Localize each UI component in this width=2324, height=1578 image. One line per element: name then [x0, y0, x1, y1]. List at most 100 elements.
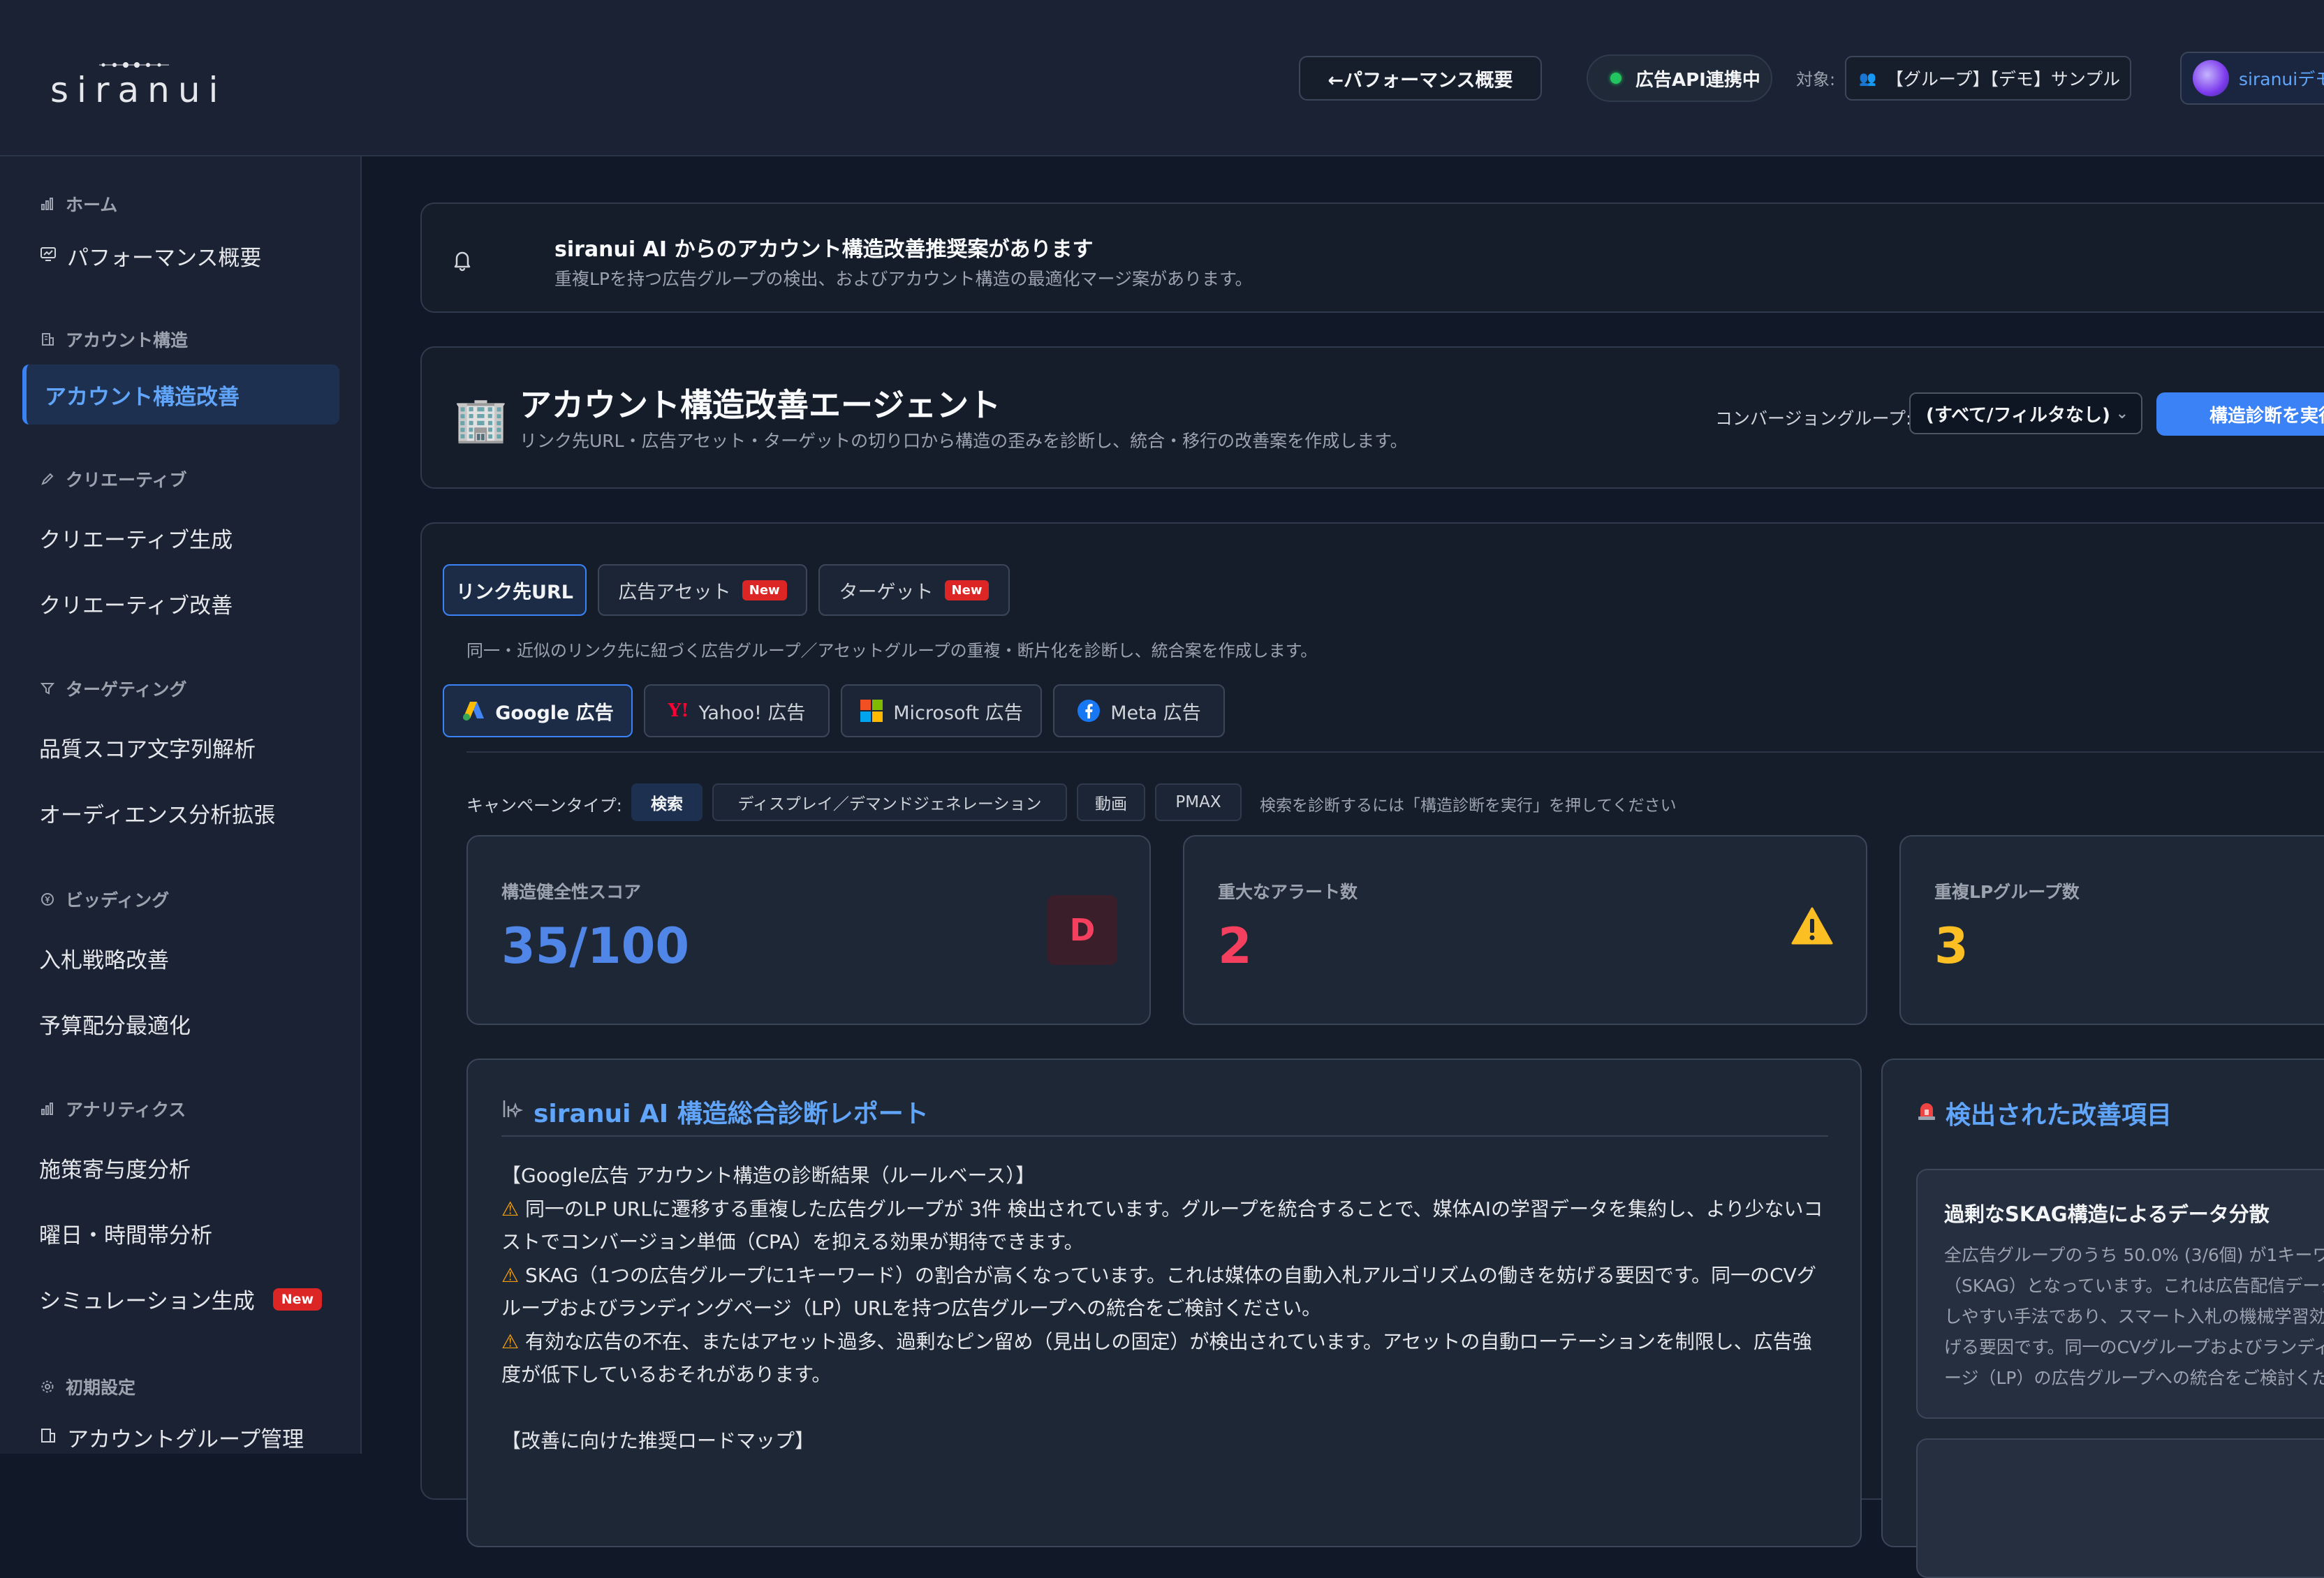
warning-icon: ⚠	[501, 1329, 520, 1353]
yahoo-icon: Y!	[668, 700, 689, 721]
platform-google[interactable]: Google 広告	[443, 684, 633, 737]
divider	[501, 1135, 1828, 1137]
warning-icon: ⚠	[501, 1263, 520, 1287]
sidebar-item-bid-strategy[interactable]: 入札戦略改善	[39, 943, 169, 974]
tab-label: 広告アセット	[618, 581, 731, 603]
report-header: siranui AI 構造総合診断レポート	[501, 1093, 929, 1130]
issue-card[interactable]: 過剰なSKAG構造によるデータ分散 全広告グループのうち 50.0% (3/6個…	[1916, 1169, 2324, 1419]
campaign-type-search[interactable]: 検索	[631, 783, 703, 821]
report-body: 【Google広告 アカウント構造の診断結果（ルールベース）】 ⚠ 同一のLP …	[501, 1159, 1828, 1457]
tab-label: リンク先URL	[456, 581, 573, 603]
api-status-label: 広告API連携中	[1635, 69, 1760, 91]
sidebar-item-label: 予算配分最適化	[39, 1014, 191, 1039]
kpi-label: 構造健全性スコア	[501, 882, 642, 902]
sidebar-item-contribution[interactable]: 施策寄与度分析	[39, 1152, 191, 1184]
platform-meta[interactable]: Meta 広告	[1053, 684, 1225, 737]
platform-label: Meta 広告	[1110, 702, 1201, 724]
sparkle-chart-icon	[501, 1098, 524, 1126]
issues-title: 検出された改善項目	[1946, 1101, 2172, 1130]
sidebar-item-simulation[interactable]: シミュレーション生成 New	[39, 1283, 323, 1315]
tab-label: ターゲット	[839, 581, 934, 603]
kpi-label: 重大なアラート数	[1218, 882, 1358, 902]
logo-text: siranui	[50, 70, 227, 110]
sidebar-item-dayparting[interactable]: 曜日・時間帯分析	[39, 1218, 212, 1249]
section-title: ホーム	[66, 195, 118, 215]
target-value: 【グループ】【デモ】サンプル	[1885, 69, 2121, 89]
avatar	[2193, 60, 2229, 96]
yen-icon	[39, 891, 56, 908]
siranui-logo[interactable]: siranui	[50, 57, 218, 110]
conversion-group-select[interactable]: (すべて/フィルタなし) ⌄	[1909, 392, 2142, 434]
section-creative: クリエーティブ	[39, 466, 187, 492]
section-title: アカウント構造	[66, 330, 189, 351]
tab-link-url[interactable]: リンク先URL	[443, 564, 587, 616]
section-account-structure: アカウント構造	[39, 327, 188, 352]
section-title: ターゲティング	[66, 679, 187, 700]
logo-dots-icon	[99, 62, 169, 68]
office-building-icon: 🏢	[454, 394, 508, 445]
google-ads-icon	[462, 700, 485, 721]
sidebar-item-creative-improve[interactable]: クリエーティブ改善	[39, 588, 233, 619]
section-title: アナリティクス	[66, 1100, 186, 1120]
sidebar-item-label: アカウントグループ管理	[67, 1427, 304, 1452]
sidebar-item-creative-gen[interactable]: クリエーティブ生成	[39, 522, 233, 554]
campaign-type-display[interactable]: ディスプレイ／デマンドジェネレーション	[712, 783, 1067, 821]
platform-microsoft[interactable]: Microsoft 広告	[841, 684, 1042, 737]
section-analytics: アナリティクス	[39, 1096, 186, 1121]
sidebar-item-budget[interactable]: 予算配分最適化	[39, 1008, 191, 1040]
top-bar: siranui ←パフォーマンス概要 広告API連携中 対象: 👥 【グループ】…	[0, 0, 2324, 156]
report-item: ⚠ 同一のLP URLに遷移する重複した広告グループが 3件 検出されています。…	[501, 1193, 1828, 1259]
campaign-type-video[interactable]: 動画	[1077, 783, 1145, 821]
platform-label: Microsoft 広告	[893, 702, 1023, 724]
issue-card[interactable]	[1916, 1438, 2324, 1578]
kpi-label: 重複LPグループ数	[1934, 882, 2080, 902]
sidebar-item-audience[interactable]: オーディエンス分析拡張	[39, 797, 275, 829]
sidebar-item-label: パフォーマンス概要	[67, 246, 262, 271]
user-menu[interactable]: siranuiデモ	[2180, 52, 2324, 105]
chevron-down-icon: ⌄	[2130, 71, 2131, 86]
bar-chart-icon	[39, 1100, 56, 1117]
report-text: 有効な広告の不在、またはアセット過多、過剰なピン留め（見出しの固定）が検出されて…	[501, 1329, 1812, 1387]
sidebar-item-performance[interactable]: パフォーマンス概要	[39, 240, 261, 272]
sidebar-item-label: 入札戦略改善	[39, 948, 169, 973]
building-icon	[39, 1425, 57, 1450]
section-title: クリエーティブ	[66, 470, 187, 490]
monitor-chart-icon	[39, 244, 57, 269]
sidebar-item-account-group[interactable]: アカウントグループ管理	[39, 1422, 304, 1453]
back-to-performance-button[interactable]: ←パフォーマンス概要	[1299, 56, 1542, 101]
agent-title: アカウント構造改善エージェント	[520, 386, 1001, 424]
detected-issues-panel: 検出された改善項目 過剰なSKAG構造によるデータ分散 全広告グループのうち 5…	[1881, 1059, 2324, 1578]
microsoft-icon	[860, 699, 883, 723]
filter-icon	[39, 680, 56, 697]
notice-title: siranui AI からのアカウント構造改善推奨案があります	[554, 237, 1094, 262]
conversion-group-label: コンバージョングループ:	[1715, 408, 1912, 429]
tab-ad-assets[interactable]: 広告アセット New	[598, 564, 807, 616]
notice-body: 重複LPを持つ広告グループの検出、およびアカウント構造の最適化マージ案があります…	[554, 269, 1253, 289]
report-text: SKAG（1つの広告グループに1キーワード）の割合が高くなっています。これは媒体…	[501, 1263, 1816, 1320]
campaign-type-pmax[interactable]: PMAX	[1155, 783, 1242, 821]
run-diagnosis-button[interactable]: 構造診断を実行	[2156, 392, 2324, 436]
facebook-icon	[1077, 699, 1101, 723]
report-item: ⚠ 有効な広告の不在、またはアセット過多、過剰なピン留め（見出しの固定）が検出さ…	[501, 1325, 1828, 1392]
api-status-pill[interactable]: 広告API連携中	[1587, 54, 1772, 102]
sidebar-item-label: クリエーティブ生成	[39, 528, 233, 553]
bar-chart-icon	[39, 196, 56, 212]
tab-target[interactable]: ターゲット New	[818, 564, 1010, 616]
target-select[interactable]: 👥 【グループ】【デモ】サンプル ⌄	[1845, 56, 2131, 101]
sidebar-item-account-structure[interactable]: アカウント構造改善	[22, 364, 339, 425]
sidebar: ホーム パフォーマンス概要 アカウント構造 アカウント構造改善 クリエーティブ …	[0, 156, 362, 1454]
section-bidding: ビッディング	[39, 887, 169, 912]
sidebar-item-label: オーディエンス分析拡張	[39, 803, 276, 828]
building-icon	[39, 331, 56, 348]
pen-icon	[39, 471, 56, 487]
sidebar-item-quality-score[interactable]: 品質スコア文字列解析	[39, 732, 256, 763]
sidebar-item-label: 曜日・時間帯分析	[39, 1223, 212, 1248]
platform-yahoo[interactable]: Y! Yahoo! 広告	[644, 684, 830, 737]
ai-recommendation-notice[interactable]: siranui AI からのアカウント構造改善推奨案があります 重複LPを持つ広…	[420, 202, 2324, 313]
target-label: 対象:	[1796, 70, 1836, 89]
grade-badge: D	[1047, 895, 1117, 965]
sidebar-item-label: シミュレーション生成	[39, 1289, 255, 1314]
kpi-value: 3	[1934, 917, 1969, 975]
siren-icon	[1916, 1098, 1937, 1128]
report-item: ⚠ SKAG（1つの広告グループに1キーワード）の割合が高くなっています。これは…	[501, 1259, 1828, 1325]
